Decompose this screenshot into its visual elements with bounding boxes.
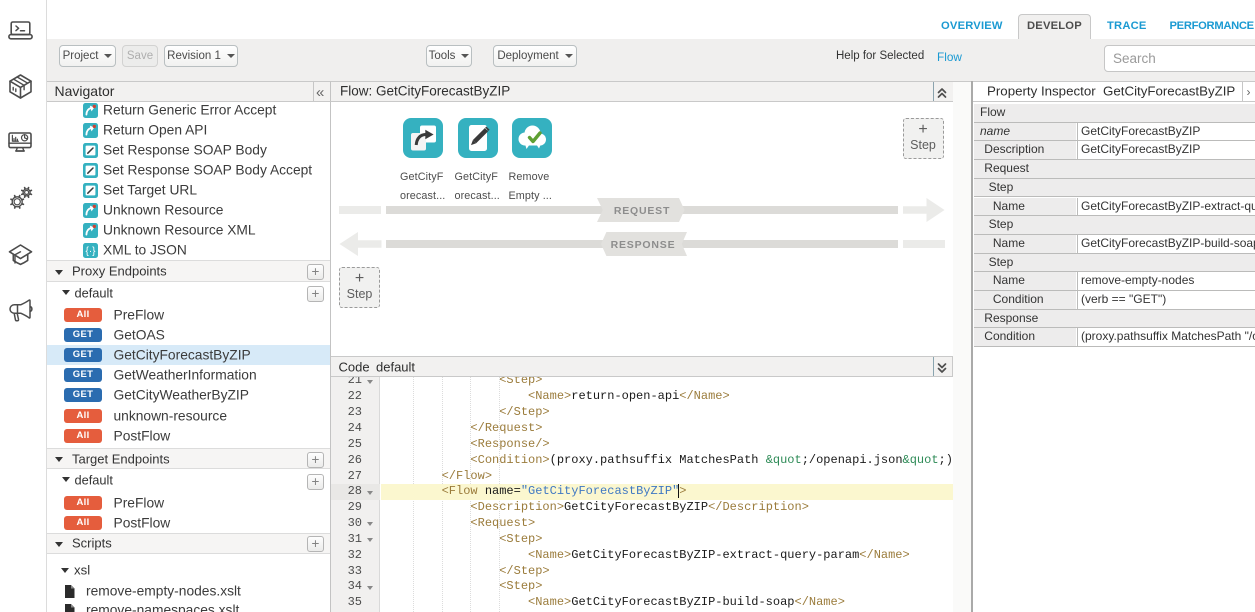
svg-text:{·}: {·} bbox=[85, 246, 96, 257]
svg-text:REQUEST: REQUEST bbox=[614, 205, 670, 217]
svg-text:RESPONSE: RESPONSE bbox=[610, 239, 675, 251]
